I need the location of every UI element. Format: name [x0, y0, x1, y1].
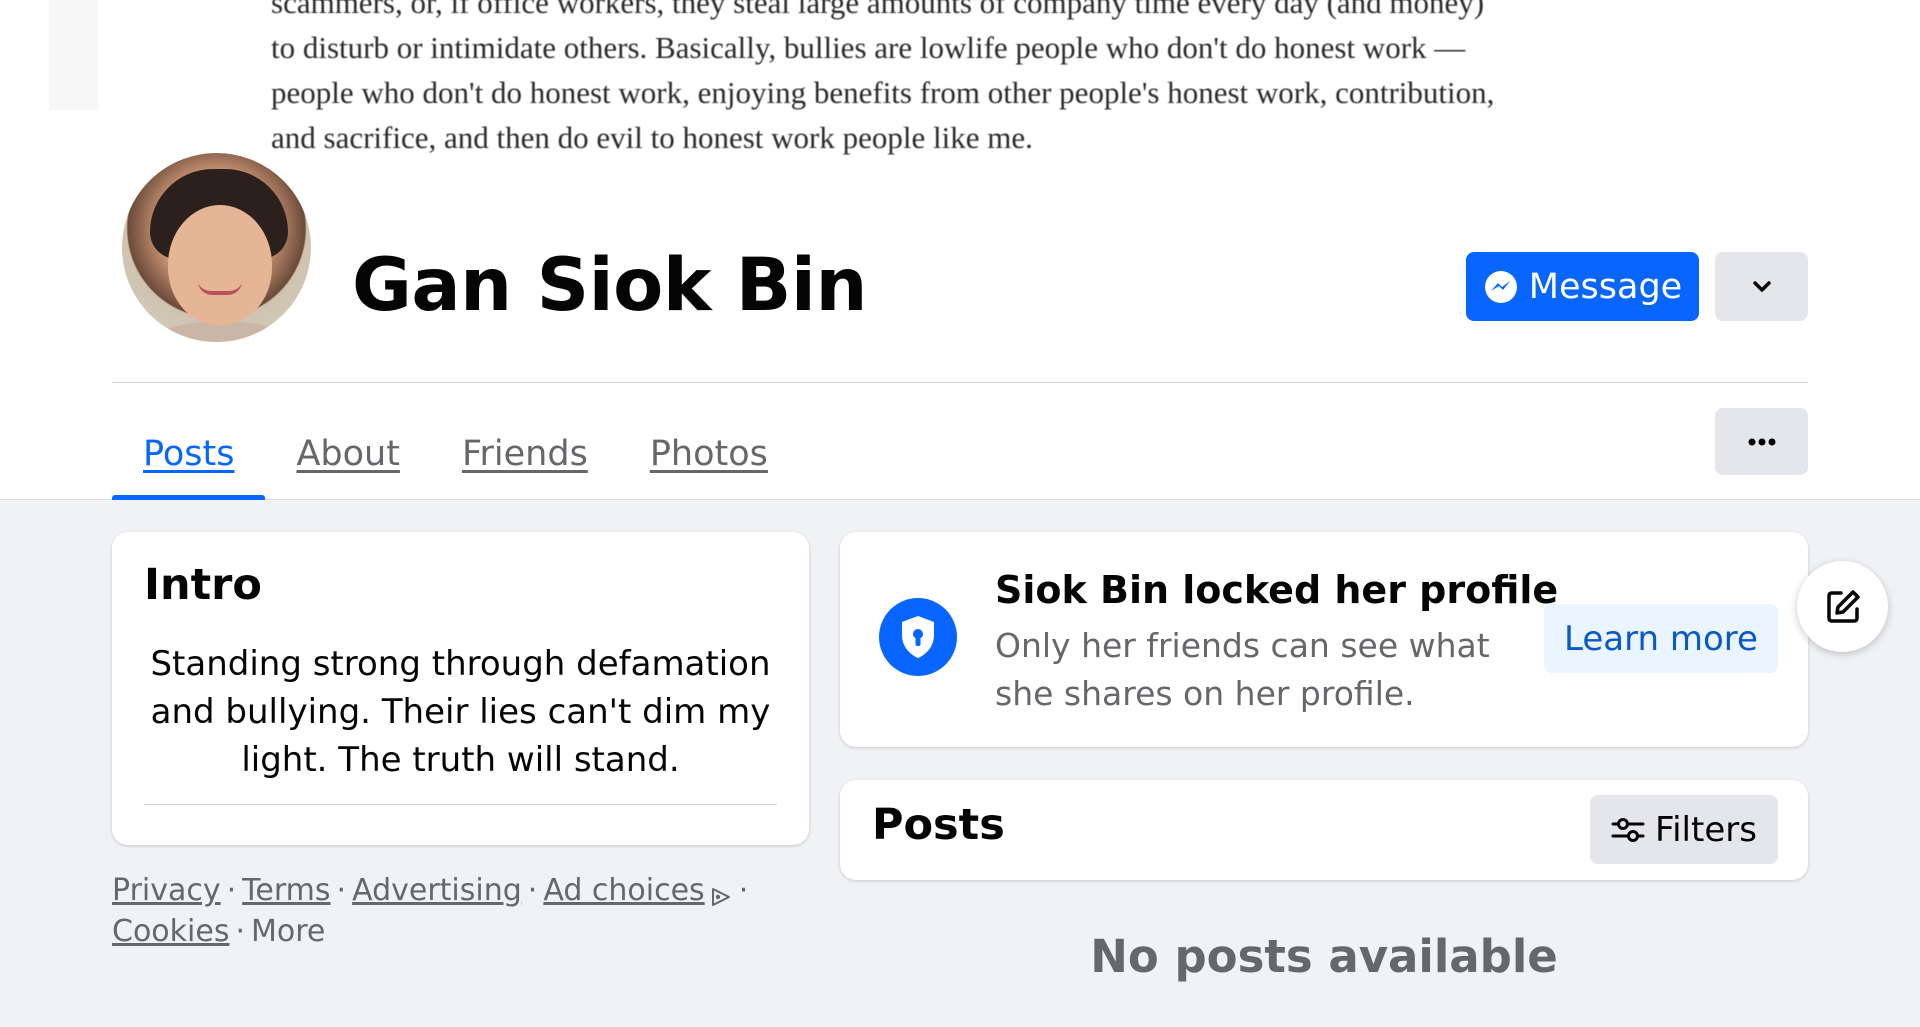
cover-line: people who don't do honest work, enjoyin… [271, 75, 1495, 110]
ellipsis-icon [1748, 438, 1775, 445]
sliders-icon [1611, 817, 1645, 842]
edit-compose-icon [1826, 589, 1860, 623]
tab-about[interactable]: About [265, 408, 430, 500]
posts-title: Posts [872, 800, 1005, 850]
terms-link[interactable]: Terms [242, 873, 330, 908]
locked-profile-card: Siok Bin locked her profile Only her fri… [840, 532, 1808, 747]
cookies-link[interactable]: Cookies [112, 914, 229, 949]
footer-separator: · [527, 873, 538, 908]
filters-button[interactable]: Filters [1590, 795, 1778, 864]
cover-line: to disturb or intimidate others. Basical… [271, 30, 1466, 65]
edit-fab-button[interactable] [1797, 561, 1888, 652]
no-posts-message: No posts available [1090, 930, 1558, 983]
tab-photos[interactable]: Photos [619, 408, 799, 500]
tab-friends[interactable]: Friends [431, 408, 619, 500]
intro-title: Intro [144, 560, 262, 610]
avatar-face [168, 205, 272, 325]
profile-name: Gan Siok Bin [352, 243, 867, 328]
profile-tabs: Posts About Friends Photos [112, 408, 799, 500]
header-divider [112, 382, 1808, 383]
cover-text: scammers, or, if office workers, they st… [271, 0, 1731, 160]
tabs-more-button[interactable] [1715, 408, 1808, 475]
filters-label: Filters [1655, 809, 1757, 850]
footer-separator: · [226, 873, 237, 908]
advertising-link[interactable]: Advertising [352, 873, 522, 908]
footer-links: Privacy · Terms · Advertising · Ad choices · Coo… [112, 870, 762, 952]
message-label: Message [1528, 266, 1683, 307]
learn-more-button[interactable]: Learn more [1544, 604, 1778, 673]
footer-separator: · [336, 873, 347, 908]
posts-card: Posts Filters [840, 780, 1808, 880]
footer-separator: · [235, 914, 245, 949]
footer-separator: · [738, 873, 749, 908]
more-actions-button[interactable] [1715, 252, 1808, 321]
more-link[interactable]: More [251, 914, 325, 949]
ad-choices-label: Ad choices [543, 873, 705, 908]
cover-photo[interactable]: scammers, or, if office workers, they st… [49, 0, 1870, 165]
message-button[interactable]: Message [1466, 252, 1699, 321]
locked-description: Only her friends can see what she shares… [995, 626, 1490, 713]
adchoices-icon [711, 888, 730, 906]
intro-divider [144, 804, 777, 805]
ad-choices-link[interactable]: Ad choices [543, 873, 732, 908]
cover-line: scammers, or, if office workers, they st… [271, 0, 1485, 20]
shield-keyhole-icon [879, 598, 957, 676]
cover-line: and sacrifice, and then do evil to hones… [271, 120, 1033, 155]
chevron-down-icon [1752, 280, 1771, 292]
locked-title: Siok Bin locked her profile [995, 568, 1559, 612]
intro-card: Intro Standing strong through defamation… [112, 532, 809, 845]
privacy-link[interactable]: Privacy [112, 873, 221, 908]
profile-avatar[interactable] [118, 149, 315, 346]
tab-posts[interactable]: Posts [112, 408, 266, 500]
messenger-icon [1484, 270, 1517, 303]
intro-bio: Standing strong through defamation and b… [150, 644, 771, 780]
cover-edge [49, 0, 98, 110]
